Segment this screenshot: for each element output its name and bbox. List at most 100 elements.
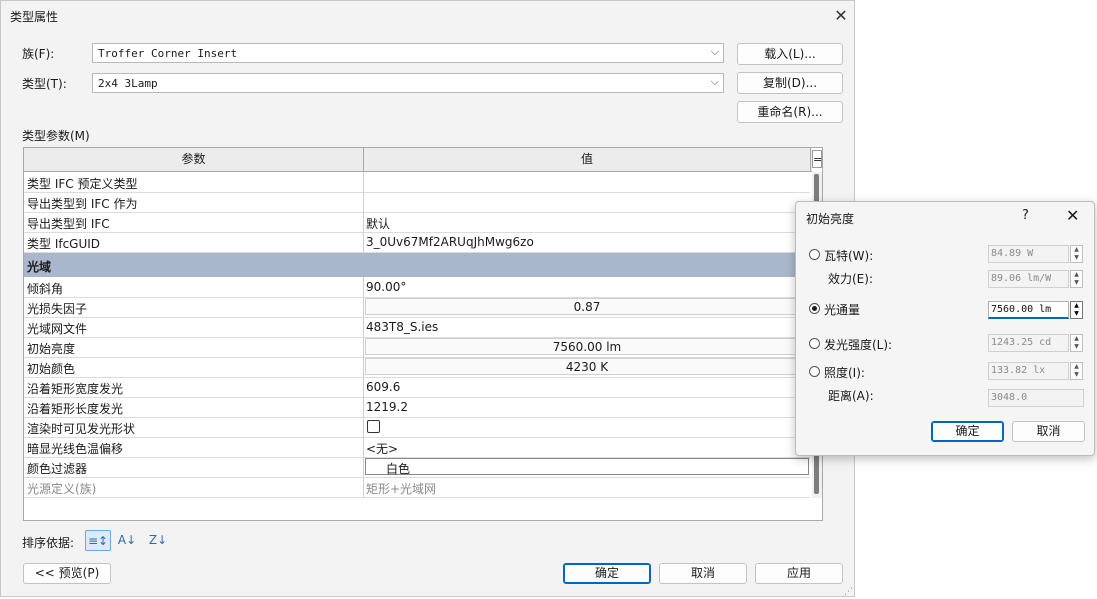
param-name: 沿着矩形宽度发光 [27,382,124,396]
family-combobox[interactable]: Troffer Corner Insert ⌵ [92,43,724,63]
type-params-label: 类型参数(M) [22,129,90,143]
intensity-field[interactable]: 1243.25 cd [988,334,1069,352]
param-name: 颜色过滤器 [27,462,88,476]
efficacy-value: 89.06 lm/W [991,273,1052,284]
efficacy-spinner[interactable]: ▲ ▼ [1070,270,1083,288]
flux-field[interactable]: 7560.00 lm [988,301,1069,319]
family-value: Troffer Corner Insert [98,47,238,60]
initial-intensity-dialog: 初始亮度 ? ✕ 瓦特(W): 84.89 W ▲ ▼ 效力(E): 89.06 … [795,201,1095,456]
sub-cancel-button[interactable]: 取消 [1012,421,1085,442]
table-row[interactable]: 初始颜色 4230 K [24,357,810,378]
watt-label: 瓦特(W): [824,249,874,263]
sub-ok-button[interactable]: 确定 [931,421,1004,442]
watt-value: 84.89 W [991,248,1034,259]
watt-field[interactable]: 84.89 W [988,245,1069,263]
preview-button[interactable]: << 预览(P) [23,563,111,584]
table-row[interactable]: 暗显光线色温偏移 <无> [24,437,810,458]
table-header: 参数 值 [24,148,812,172]
param-value[interactable]: 90.00° [366,280,406,294]
sort-by-group-icon[interactable]: ≡↕ [85,530,111,551]
param-value[interactable]: 3_0Uv67Mf2ARUqJhMwg6zo [366,235,534,249]
param-value[interactable]: <无> [366,440,398,457]
intensity-spinner[interactable]: ▲ ▼ [1070,334,1083,352]
duplicate-button[interactable]: 复制(D)... [737,72,843,94]
type-parameters-table: 参数 值 = 类型 IFC 预定义类型 导出类型到 IFC 作为 导出类型到 I… [23,147,823,521]
param-value[interactable]: 483T8_S.ies [366,320,438,334]
efficacy-label: 效力(E): [828,272,873,286]
close-icon[interactable]: ✕ [831,6,851,26]
close-icon[interactable]: ✕ [1066,206,1079,225]
param-name: 渲染时可见发光形状 [27,422,136,436]
param-name: 光损失因子 [27,302,88,316]
param-name: 光域网文件 [27,322,88,336]
column-header-param[interactable]: 参数 [24,148,364,171]
sort-ascending-icon[interactable]: A↓ [115,530,139,550]
load-button[interactable]: 载入(L)... [737,43,843,65]
distance-value: 3048.0 [991,392,1028,403]
type-label: 类型(T): [22,77,67,91]
type-combobox[interactable]: 2x4 3Lamp ⌵ [92,73,724,93]
param-name: 导出类型到 IFC [27,217,110,231]
table-row[interactable]: 光域网文件 483T8_S.ies [24,317,810,338]
visible-shape-checkbox[interactable] [367,420,380,433]
param-value-button[interactable]: 0.87 [365,298,809,315]
dialog-title: 类型属性 [10,10,59,24]
param-name: 光源定义(族) [27,482,97,496]
illuminance-radio[interactable] [809,366,820,377]
help-icon[interactable]: ? [1022,208,1029,223]
intensity-radio[interactable] [809,338,820,349]
group-header-photometrics[interactable]: 光域 [24,253,810,277]
param-value-button[interactable]: 4230 K [365,358,809,375]
param-name: 暗显光线色温偏移 [27,442,124,456]
distance-field[interactable]: 3048.0 [988,389,1084,407]
param-name: 类型 IFC 预定义类型 [27,177,138,191]
watt-radio[interactable] [809,249,820,260]
table-row[interactable]: 初始亮度 7560.00 lm [24,337,810,358]
param-name: 类型 IfcGUID [27,237,101,251]
flux-spinner[interactable]: ▲ ▼ [1070,301,1083,319]
type-value: 2x4 3Lamp [98,77,158,90]
color-filter-button[interactable]: 白色 [365,458,809,476]
toggle-columns-button[interactable]: = [812,150,822,168]
table-row[interactable]: 倾斜角 90.00° [24,277,810,298]
flux-radio[interactable] [809,303,820,314]
ok-button[interactable]: 确定 [563,563,651,584]
illuminance-spinner[interactable]: ▲ ▼ [1070,362,1083,380]
table-row[interactable]: 颜色过滤器 白色 [24,457,810,478]
flux-value: 7560.00 lm [991,304,1052,315]
type-properties-dialog: 类型属性 ✕ 族(F): Troffer Corner Insert ⌵ 类型(… [0,0,855,597]
rename-button[interactable]: 重命名(R)... [737,101,843,123]
param-name: 导出类型到 IFC 作为 [27,197,138,211]
param-value[interactable]: 1219.2 [366,400,408,414]
family-label: 族(F): [22,47,55,61]
table-row[interactable]: 类型 IfcGUID 3_0Uv67Mf2ARUqJhMwg6zo [24,232,810,253]
resize-grip-icon[interactable]: ⋰ [844,587,853,597]
sort-descending-icon[interactable]: Z↓ [146,530,170,550]
efficacy-field[interactable]: 89.06 lm/W [988,270,1069,288]
param-value[interactable]: 609.6 [366,380,400,394]
chevron-down-icon: ⌵ [710,75,719,88]
param-value[interactable]: 默认 [366,215,390,232]
table-row[interactable]: 光损失因子 0.87 [24,297,810,318]
param-name: 倾斜角 [27,282,64,296]
table-row[interactable]: 渲染时可见发光形状 [24,417,810,438]
color-filter-value: 白色 [386,462,411,476]
table-row[interactable]: 光源定义(族) 矩形+光域网 [24,477,810,498]
intensity-label: 发光强度(L): [824,338,893,352]
table-row[interactable]: 沿着矩形宽度发光 609.6 [24,377,810,398]
param-value-button[interactable]: 7560.00 lm [365,338,809,355]
apply-button[interactable]: 应用 [755,563,843,584]
chevron-down-icon: ⌵ [710,45,719,58]
table-row[interactable]: 沿着矩形长度发光 1219.2 [24,397,810,418]
illuminance-value: 133.82 lx [991,365,1046,376]
table-row[interactable]: 导出类型到 IFC 作为 [24,192,810,213]
table-row[interactable]: 类型 IFC 预定义类型 [24,172,810,193]
group-name: 光域 [27,260,52,274]
watt-spinner[interactable]: ▲ ▼ [1070,245,1083,263]
flux-label: 光通量 [824,303,861,317]
cancel-button[interactable]: 取消 [659,563,747,584]
table-row[interactable]: 导出类型到 IFC 默认 [24,212,810,233]
column-header-value[interactable]: 值 [364,148,811,171]
sub-dialog-title: 初始亮度 [806,212,855,226]
illuminance-field[interactable]: 133.82 lx [988,362,1069,380]
